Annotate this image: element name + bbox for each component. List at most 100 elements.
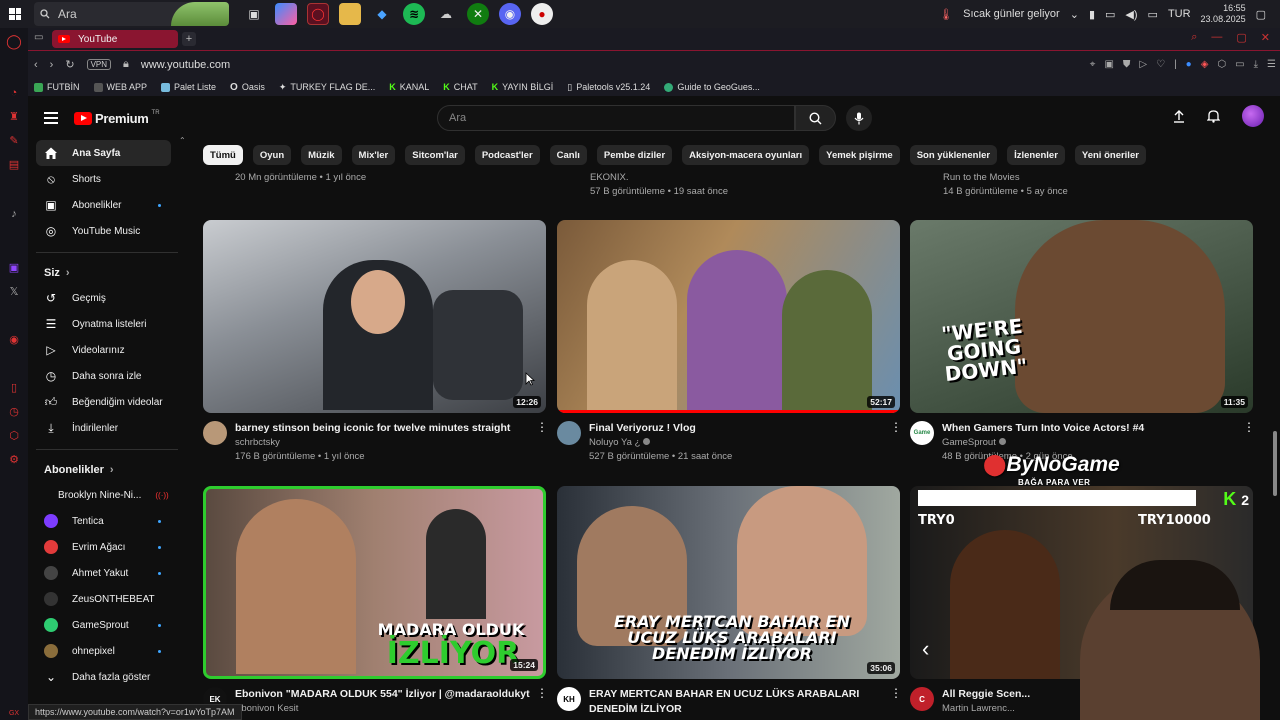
news-icon[interactable]: ▤ [7, 158, 21, 172]
channel-avatar[interactable]: KH [557, 687, 581, 711]
bookmark-yayin-bilgi[interactable]: K YAYIN BİLGİ [492, 82, 554, 92]
sidebar-you-header[interactable]: Siz › [44, 261, 180, 285]
settings-icon[interactable]: ⚙ [7, 452, 21, 466]
bookmark-turkey-flag[interactable]: ✦ TURKEY FLAG DE... [279, 82, 375, 93]
sidebar-sub-tentica[interactable]: Tentica [36, 508, 171, 534]
weather-text[interactable]: Sıcak günler geliyor [963, 8, 1060, 20]
copilot-icon[interactable] [275, 3, 297, 25]
chip-new-to-you[interactable]: Yeni öneriler [1074, 145, 1146, 165]
sidebar-item-downloads[interactable]: ⤓ İndirilenler [36, 415, 171, 441]
sidebar-item-playlists[interactable]: ☰ Oynatma listeleri [36, 311, 171, 337]
video-channel-row[interactable]: Noluyo Ya ¿ [589, 436, 890, 450]
video-card[interactable]: "WE'RE GOING DOWN" 11:35 Game When Gamer… [910, 220, 1255, 464]
maximize-icon[interactable]: ▢ [1236, 31, 1246, 44]
wallet-icon[interactable]: ▭ [1235, 59, 1244, 70]
sidebar-item-shorts[interactable]: ⦸ Shorts [36, 166, 171, 192]
chip-mixes[interactable]: Mix'ler [351, 145, 396, 165]
sidebar-sub-evrim-agaci[interactable]: Evrim Ağacı [36, 534, 171, 560]
video-channel-row[interactable]: GameSprout [942, 436, 1243, 450]
bookmark-web-app[interactable]: WEB APP [93, 82, 147, 92]
task-view-icon[interactable]: ▣ [243, 3, 265, 25]
bookmark-geoguessr[interactable]: Guide to GeoGues... [664, 82, 760, 92]
minimize-icon[interactable]: — [1211, 31, 1222, 44]
gx-corner-icon[interactable]: ♜ [7, 110, 21, 124]
chevron-up-icon[interactable]: ⌄ [1070, 8, 1079, 21]
channel-avatar[interactable]: C [910, 687, 934, 711]
forward-icon[interactable]: › [50, 59, 54, 71]
video-thumbnail[interactable]: "WE'RE GOING DOWN" 11:35 [910, 220, 1253, 413]
sidebar-sub-zeusonthebeat[interactable]: ZeusONTHEBEAT [36, 586, 171, 612]
youtube-logo[interactable]: Premium TR [74, 110, 160, 126]
battery-icon[interactable]: ▭ [1148, 8, 1158, 21]
gx-control-icon[interactable]: ◔ [7, 86, 21, 100]
bookmark-oasis[interactable]: O Oasis [230, 82, 265, 93]
tab-icon[interactable]: ▣ [1104, 59, 1113, 70]
language-indicator[interactable]: TUR [1168, 8, 1191, 20]
volume-icon[interactable]: ◀) [1125, 8, 1137, 21]
gx-icon[interactable]: GX [7, 706, 21, 720]
video-thumbnail[interactable]: 12:26 [203, 220, 546, 413]
shield-icon[interactable]: ⛊ [1123, 59, 1131, 70]
chip-podcasts[interactable]: Podcast'ler [474, 145, 540, 165]
more-options-icon[interactable]: ⋮ [890, 687, 902, 717]
bell-icon[interactable] [1207, 109, 1220, 123]
extension-1-icon[interactable]: ● [1186, 59, 1192, 70]
video-card[interactable]: ERAY MERTCAN BAHAR EN UCUZ LÜKS ARABALAR… [557, 486, 902, 717]
sidebar-sub-ahmet-yakut[interactable]: Ahmet Yakut [36, 560, 171, 586]
video-thumbnail[interactable]: 52:17 [557, 220, 900, 413]
taskbar-search[interactable]: Ara [34, 2, 229, 26]
channel-avatar[interactable]: Game [910, 421, 934, 445]
download-browser-icon[interactable]: ⤓ [1254, 59, 1258, 70]
voice-search-button[interactable] [846, 105, 872, 131]
search-input[interactable]: Ara [437, 105, 795, 131]
extensions-sidebar-icon[interactable]: ⬡ [7, 428, 21, 442]
video-channel[interactable]: schrbctsky [235, 436, 536, 450]
chip-action-adventure[interactable]: Aksiyon-macera oyunları [682, 145, 810, 165]
tiktok-icon[interactable]: ♪ [7, 207, 21, 221]
tab-menu-icon[interactable]: ▭ [34, 32, 43, 43]
bookmarks-icon[interactable]: ▯ [7, 380, 21, 394]
scrollbar-thumb[interactable] [1273, 431, 1277, 496]
twitch-icon[interactable]: ▣ [7, 261, 21, 275]
channel-avatar[interactable] [203, 421, 227, 445]
menu-icon[interactable] [44, 112, 58, 124]
opera-gx-taskbar-icon[interactable]: ◯ [307, 3, 329, 25]
sidebar-subscriptions-header[interactable]: Abonelikler › [44, 458, 180, 482]
video-card[interactable]: 52:17 Final Veriyoruz ! Vlog Noluyo Ya ¿… [557, 220, 902, 464]
video-title[interactable]: When Gamers Turn Into Voice Actors! #4 [942, 421, 1243, 436]
discord-icon[interactable]: ◉ [499, 3, 521, 25]
history-sidebar-icon[interactable]: ◷ [7, 404, 21, 418]
x-icon[interactable]: 𝕏 [7, 285, 21, 299]
video-card[interactable]: MADARA OLDUK İZLİYOR 15:24 EK Ebonivon "… [203, 486, 548, 716]
sidebar-show-more[interactable]: ⌄ Daha fazla göster [36, 664, 171, 690]
sidebar-item-your-videos[interactable]: ▷ Videolarınız [36, 337, 171, 363]
close-window-icon[interactable]: ✕ [1261, 31, 1270, 44]
new-tab-icon[interactable]: + [182, 32, 196, 46]
chip-all[interactable]: Tümü [203, 145, 243, 165]
notification-icon[interactable]: ▢ [1256, 8, 1266, 21]
mic-tray-icon[interactable]: ▮ [1089, 8, 1095, 21]
sidebar-item-youtube-music[interactable]: ◎ YouTube Music [36, 218, 171, 244]
opera-logo-icon[interactable]: ◯ [6, 33, 22, 49]
start-button[interactable] [0, 0, 30, 28]
chip-watched[interactable]: İzlenenler [1007, 145, 1065, 165]
sidebar-sub-brooklyn[interactable]: Brooklyn Nine-Ni... ((·)) [36, 482, 171, 508]
more-options-icon[interactable]: ⋮ [536, 687, 548, 716]
app-icon[interactable]: ● [531, 3, 553, 25]
easy-setup-icon[interactable]: ☰ [1267, 59, 1276, 70]
sidebar-sub-gamesprout[interactable]: GameSprout [36, 612, 171, 638]
sidebar-sub-ohnepixel[interactable]: ohnepixel [36, 638, 171, 664]
sidebar-item-liked-videos[interactable]: 👍︎ Beğendiğim videolar [36, 389, 171, 415]
sidebar-item-subscriptions[interactable]: ▣ Abonelikler [36, 192, 171, 218]
upload-icon[interactable] [1173, 109, 1185, 123]
video-title[interactable]: Final Veriyoruz ! Vlog [589, 421, 890, 436]
video-title[interactable]: ERAY MERTCAN BAHAR EN UCUZ LÜKS ARABALAR… [589, 687, 890, 717]
file-explorer-icon[interactable] [339, 3, 361, 25]
video-title[interactable]: Ebonivon "MADARA OLDUK 554" İzliyor | @m… [235, 687, 536, 702]
video-thumbnail[interactable]: ERAY MERTCAN BAHAR EN UCUZ LÜKS ARABALAR… [557, 486, 900, 679]
chevron-up-icon[interactable]: ⌃ [179, 136, 186, 145]
reload-icon[interactable]: ↻ [65, 58, 74, 71]
chip-soap-operas[interactable]: Pembe diziler [596, 145, 673, 165]
extensions-icon[interactable]: ⬡ [1217, 59, 1226, 70]
chip-music[interactable]: Müzik [301, 145, 342, 165]
